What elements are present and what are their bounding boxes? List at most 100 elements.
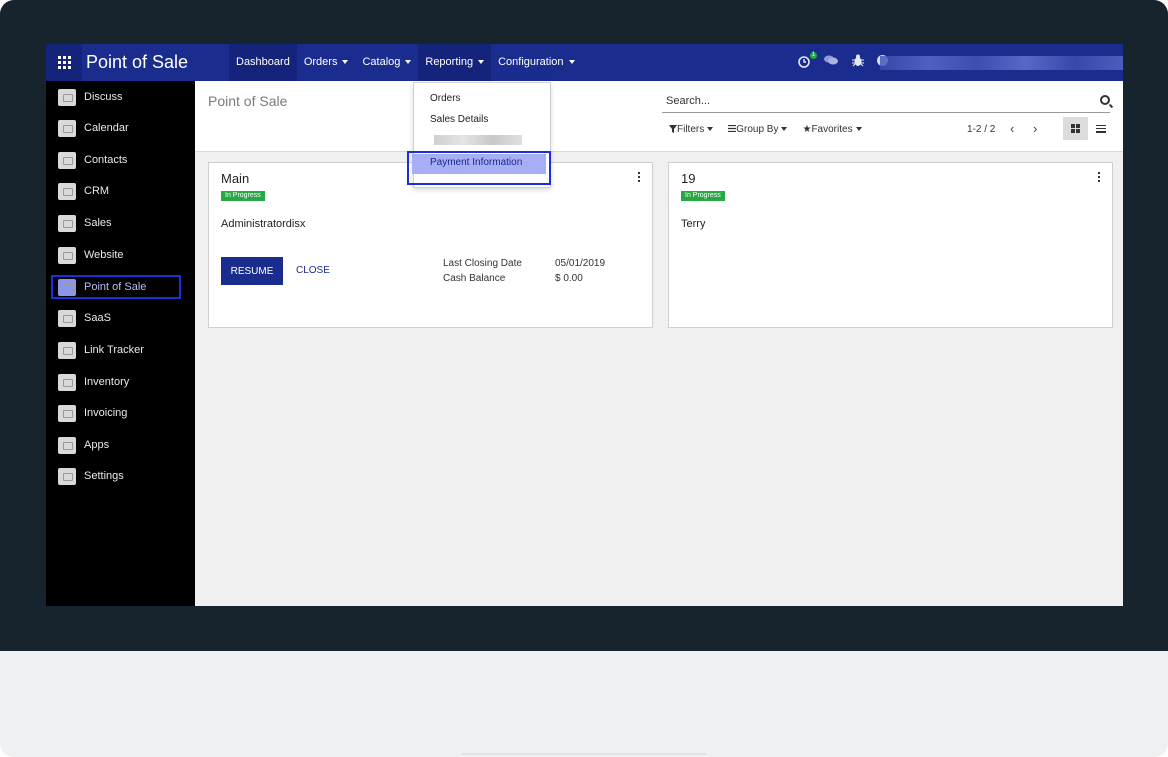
- invoicing-icon: [58, 405, 76, 422]
- base-line: [462, 753, 706, 755]
- user-menu-blurred[interactable]: [880, 56, 1123, 70]
- cash-balance-value: $ 0.00: [555, 273, 583, 284]
- apps-menu-button[interactable]: [46, 44, 82, 81]
- sidebar-item-label: Link Tracker: [84, 344, 144, 356]
- card-title: 19: [681, 171, 696, 186]
- filters-label: Filters: [677, 124, 705, 135]
- sidebar-item-apps[interactable]: Apps: [46, 431, 195, 459]
- device-frame: Point of Sale Dashboard Orders Catalog R…: [0, 0, 1168, 757]
- search-options: Filters Group By ★Favorites: [669, 124, 877, 135]
- app-sidebar: Discuss Calendar Contacts CRM Sales Webs…: [46, 81, 195, 606]
- kanban-view-button[interactable]: [1063, 117, 1088, 140]
- card-user: Administratordisx: [221, 218, 306, 230]
- inventory-icon: [58, 374, 76, 391]
- cash-balance-label: Cash Balance: [443, 273, 506, 284]
- card-title: Main: [221, 171, 250, 186]
- sidebar-item-label: Settings: [84, 470, 124, 482]
- sales-icon: [58, 215, 76, 232]
- caret-down-icon: [707, 127, 714, 132]
- search-input[interactable]: Search...: [662, 93, 1110, 113]
- menu-configuration-label: Configuration: [498, 56, 564, 68]
- last-closing-date-label: Last Closing Date: [443, 258, 522, 269]
- top-navbar: Point of Sale Dashboard Orders Catalog R…: [46, 44, 1123, 81]
- pager-previous-icon[interactable]: ‹: [1010, 122, 1014, 135]
- debug-bug-icon[interactable]: [852, 54, 864, 71]
- sidebar-item-discuss[interactable]: Discuss: [46, 83, 195, 111]
- chat-icon[interactable]: [824, 54, 838, 70]
- list-view-button[interactable]: [1088, 117, 1113, 140]
- kebab-menu-icon[interactable]: [1098, 172, 1100, 182]
- menu-reporting-label: Reporting: [425, 56, 474, 68]
- sidebar-item-label: Invoicing: [84, 407, 128, 419]
- discuss-icon: [58, 89, 76, 106]
- apps-grid-icon: [57, 56, 71, 69]
- website-icon: [58, 247, 76, 264]
- saas-icon: [58, 310, 76, 327]
- menu-reporting[interactable]: Reporting: [418, 44, 492, 81]
- settings-icon: [58, 468, 76, 485]
- main-menu: Dashboard Orders Catalog Reporting Confi…: [229, 44, 582, 81]
- favorites-label: Favorites: [811, 124, 853, 135]
- apps-icon: [58, 437, 76, 454]
- sidebar-item-sales[interactable]: Sales: [46, 209, 195, 237]
- pager-value[interactable]: 1-2 / 2: [967, 124, 995, 135]
- link-tracker-icon: [58, 342, 76, 359]
- sidebar-item-calendar[interactable]: Calendar: [46, 114, 195, 142]
- menu-orders-label: Orders: [303, 56, 338, 68]
- sidebar-item-website[interactable]: Website: [46, 241, 195, 269]
- resume-button[interactable]: RESUME: [221, 257, 283, 285]
- sidebar-item-label: Inventory: [84, 376, 130, 388]
- caret-down-icon: [568, 60, 575, 65]
- search-placeholder: Search...: [666, 95, 711, 107]
- pager-next-icon[interactable]: ›: [1033, 122, 1037, 135]
- sidebar-item-label: SaaS: [84, 312, 111, 324]
- sidebar-item-contacts[interactable]: Contacts: [46, 146, 195, 174]
- sidebar-item-label: Apps: [84, 439, 110, 451]
- menu-configuration[interactable]: Configuration: [491, 44, 581, 81]
- monitor-base: [0, 651, 1168, 757]
- menu-catalog-label: Catalog: [362, 56, 401, 68]
- main-content: Point of Sale Search... Filters Group By…: [195, 81, 1123, 606]
- list-icon: [1095, 124, 1106, 133]
- dropdown-item-blurred[interactable]: [434, 135, 522, 145]
- activity-clock-icon[interactable]: [798, 54, 811, 72]
- funnel-icon: [669, 125, 677, 133]
- caret-down-icon: [478, 60, 485, 65]
- control-panel: Point of Sale Search... Filters Group By…: [195, 81, 1123, 152]
- page-title: Point of Sale: [208, 93, 288, 109]
- sidebar-item-inventory[interactable]: Inventory: [46, 368, 195, 396]
- sidebar-item-invoicing[interactable]: Invoicing: [46, 399, 195, 427]
- sidebar-item-label: Contacts: [84, 154, 128, 166]
- highlight-box-payment-information: [407, 151, 551, 185]
- calendar-icon: [58, 120, 76, 137]
- sidebar-item-saas[interactable]: SaaS: [46, 304, 195, 332]
- kebab-menu-icon[interactable]: [638, 172, 640, 182]
- caret-down-icon: [855, 127, 862, 132]
- favorites-button[interactable]: ★Favorites: [802, 124, 862, 135]
- menu-dashboard-label: Dashboard: [236, 56, 290, 68]
- sidebar-item-label: Sales: [84, 217, 112, 229]
- sidebar-item-settings[interactable]: Settings: [46, 462, 195, 490]
- menu-catalog[interactable]: Catalog: [355, 44, 418, 81]
- close-button[interactable]: CLOSE: [296, 265, 330, 276]
- pos-config-card[interactable]: 19 In Progress Terry: [668, 162, 1113, 328]
- highlight-box-point-of-sale: [51, 275, 181, 299]
- kanban-icon: [1071, 124, 1080, 133]
- caret-down-icon: [405, 60, 412, 65]
- groupby-button[interactable]: Group By: [728, 124, 788, 135]
- menu-dashboard[interactable]: Dashboard: [229, 44, 297, 81]
- caret-down-icon: [342, 60, 349, 65]
- crm-icon: [58, 183, 76, 200]
- dropdown-item-orders[interactable]: Orders: [430, 93, 461, 104]
- caret-down-icon: [781, 127, 788, 132]
- app-brand: Point of Sale: [86, 52, 189, 72]
- filters-button[interactable]: Filters: [669, 124, 714, 135]
- sidebar-item-crm[interactable]: CRM: [46, 177, 195, 205]
- groupby-label: Group By: [736, 124, 779, 135]
- sidebar-item-link-tracker[interactable]: Link Tracker: [46, 336, 195, 364]
- dropdown-item-sales-details[interactable]: Sales Details: [430, 114, 488, 125]
- sidebar-item-label: Website: [84, 249, 124, 261]
- search-icon[interactable]: [1100, 95, 1110, 105]
- menu-orders[interactable]: Orders: [297, 44, 356, 81]
- contacts-icon: [58, 152, 76, 169]
